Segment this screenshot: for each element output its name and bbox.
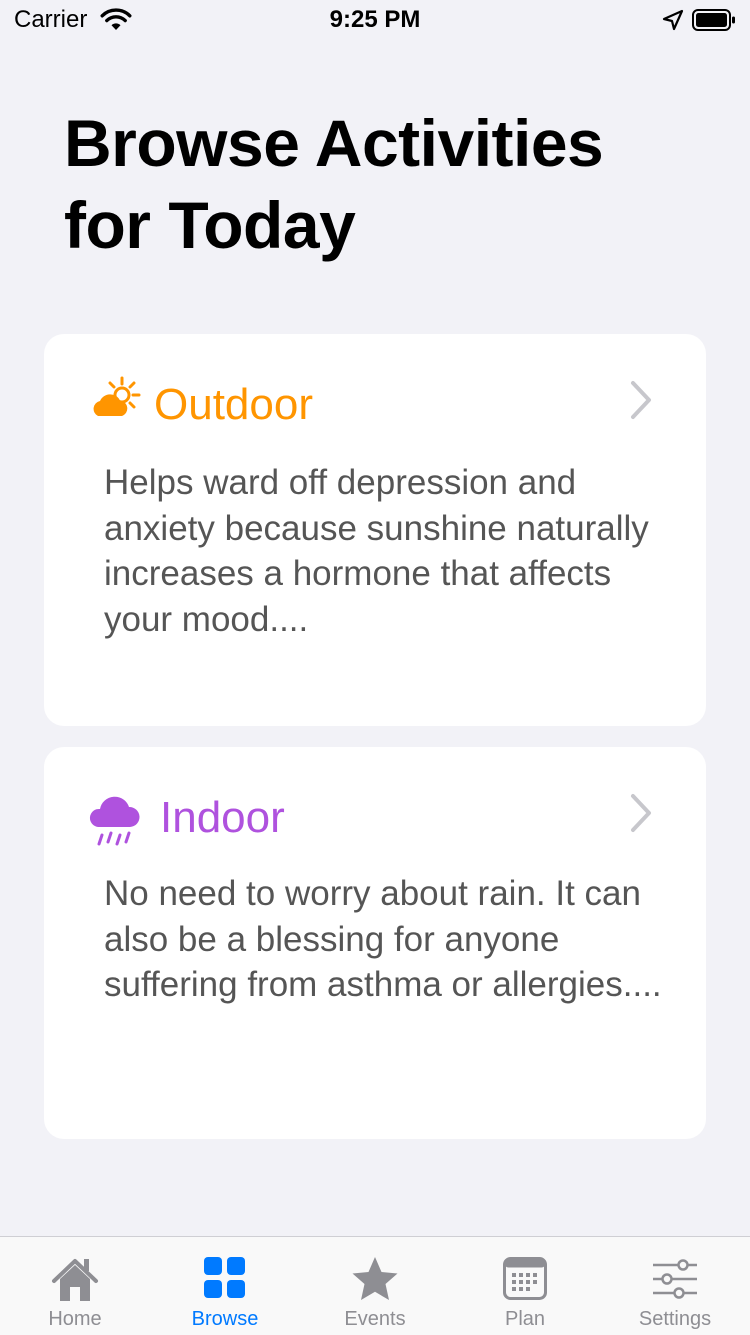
- sliders-icon: [600, 1255, 750, 1305]
- card-description: Helps ward off depression and anxiety be…: [104, 463, 649, 639]
- card-title: Indoor: [160, 793, 285, 842]
- tab-bar: Home Browse Events Plan Settings: [0, 1236, 750, 1335]
- status-bar: Carrier 9:25 PM: [0, 0, 750, 40]
- chevron-right-icon: [630, 793, 652, 838]
- tab-browse[interactable]: Browse: [150, 1237, 300, 1335]
- card-title: Outdoor: [154, 380, 313, 429]
- star-icon: [300, 1255, 450, 1305]
- tab-settings[interactable]: Settings: [600, 1237, 750, 1335]
- cloud-rain-icon: [86, 791, 144, 856]
- tab-plan[interactable]: Plan: [450, 1237, 600, 1335]
- card-outdoor[interactable]: Outdoor Helps ward off depression and an…: [44, 334, 706, 726]
- tab-label: Plan: [504, 1308, 546, 1330]
- card-indoor[interactable]: Indoor No need to worry about rain. It c…: [44, 747, 706, 1139]
- grid-icon: [150, 1255, 300, 1305]
- tab-home[interactable]: Home: [0, 1237, 150, 1335]
- tab-label: Browse: [191, 1308, 259, 1330]
- calendar-icon: [450, 1255, 600, 1305]
- tab-label: Events: [344, 1308, 406, 1330]
- chevron-right-icon: [630, 380, 652, 425]
- page-title: Browse Activities for Today: [64, 106, 604, 262]
- location-arrow-icon: [662, 9, 684, 36]
- card-description: No need to worry about rain. It can also…: [104, 874, 662, 1004]
- tab-label: Settings: [638, 1308, 712, 1330]
- sun-behind-cloud-icon: [86, 376, 144, 425]
- tab-events[interactable]: Events: [300, 1237, 450, 1335]
- status-time: 9:25 PM: [329, 6, 421, 33]
- battery-icon: [692, 9, 735, 31]
- house-icon: [0, 1255, 150, 1305]
- tab-label: Home: [48, 1308, 102, 1330]
